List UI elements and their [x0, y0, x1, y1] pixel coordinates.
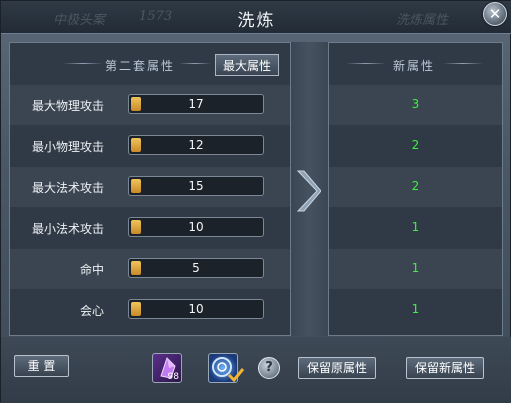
attr-row: 命中 5: [10, 249, 290, 289]
refine-window: 中极头案 1573 洗炼属性 洗炼 ✕ 第二套属性 最大属性 最大物理攻击 17…: [0, 0, 511, 403]
attr-bar: 15: [128, 176, 264, 196]
new-attr-value: 1: [411, 261, 420, 275]
new-attr-row: 2: [329, 167, 502, 207]
keep-original-button[interactable]: 保留原属性: [298, 357, 376, 379]
right-panel-header: 新属性: [393, 59, 436, 73]
attr-value: 15: [188, 179, 204, 193]
header-ornament-right: [179, 63, 211, 64]
new-attr-value: 2: [411, 138, 420, 152]
close-icon: ✕: [488, 5, 502, 23]
attr-value: 5: [192, 261, 200, 275]
help-icon[interactable]: ?: [258, 357, 280, 379]
attr-row: 最小物理攻击 12: [10, 126, 290, 166]
attr-value: 17: [188, 97, 204, 111]
attr-value: 12: [188, 138, 204, 152]
new-attr-row: 1: [329, 290, 502, 330]
attr-label: 最小物理攻击: [31, 140, 104, 154]
new-attr-row: 1: [329, 249, 502, 289]
new-attr-row: 2: [329, 126, 502, 166]
attr-label: 会心: [79, 304, 104, 318]
attr-label: 命中: [79, 263, 104, 277]
attr-label: 最大法术攻击: [31, 181, 104, 195]
chevron-right-icon: [296, 170, 321, 212]
header-ornament-left: [346, 63, 386, 64]
attr-label: 最大物理攻击: [31, 99, 104, 113]
title-bar[interactable]: 中极头案 1573 洗炼属性 洗炼: [1, 1, 511, 34]
close-button[interactable]: ✕: [483, 2, 507, 26]
item-count: 98: [167, 372, 179, 382]
reset-button[interactable]: 重 置: [14, 355, 69, 377]
new-attr-row: 3: [329, 85, 502, 125]
attr-row: 最大物理攻击 17: [10, 85, 290, 125]
attr-row: 最小法术攻击 10: [10, 208, 290, 248]
new-attr-value: 3: [411, 97, 420, 111]
attr-label: 最小法术攻击: [31, 222, 104, 236]
attr-value: 10: [188, 220, 204, 234]
new-attr-value: 1: [411, 302, 420, 316]
refine-stone-slot[interactable]: 98: [152, 353, 182, 383]
header-ornament-left: [63, 63, 103, 64]
attr-bar: 12: [128, 135, 264, 155]
checkmark-icon: [227, 368, 245, 383]
new-attr-value: 1: [411, 220, 420, 234]
attr-bar: 10: [128, 217, 264, 237]
attr-bar: 5: [128, 258, 264, 278]
attr-row: 会心 10: [10, 290, 290, 330]
attr-bar: 10: [128, 299, 264, 319]
attr-row: 最大法术攻击 15: [10, 167, 290, 207]
max-attributes-button[interactable]: 最大属性: [215, 54, 279, 76]
keep-new-button[interactable]: 保留新属性: [406, 357, 484, 379]
attr-value: 10: [188, 302, 204, 316]
window-title: 洗炼: [237, 11, 276, 31]
attr-bar: 17: [128, 94, 264, 114]
new-attr-row: 1: [329, 208, 502, 248]
header-ornament-right: [443, 63, 483, 64]
left-panel-header: 第二套属性: [105, 59, 176, 73]
new-attr-value: 2: [411, 179, 420, 193]
